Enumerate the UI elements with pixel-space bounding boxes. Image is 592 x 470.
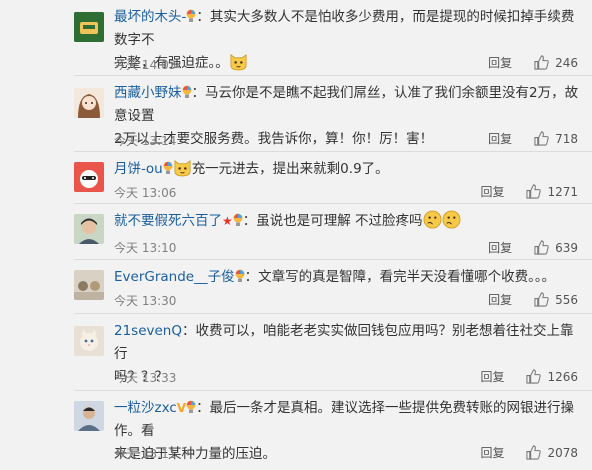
comment-list: 最坏的木头- ：其实大多数人不是怕收多少费用，而是提现的时候扣掉手续费数字不 完整… <box>0 0 592 470</box>
like-count: 556 <box>555 292 578 307</box>
username-link[interactable]: 最坏的木头- <box>114 9 186 25</box>
thumbs-up-icon <box>534 292 549 307</box>
comment-actions: 回复 639 <box>488 239 578 256</box>
divider <box>74 151 592 152</box>
like-count: 1271 <box>547 184 578 199</box>
timestamp: 今天 14:03 <box>114 58 177 72</box>
comment-body: ：收费可以，咱能老老实实做回钱包应用吗？别老想着往社交上靠行 <box>114 323 574 362</box>
like-button[interactable]: 718 <box>534 131 578 146</box>
divider <box>74 313 592 314</box>
like-button[interactable]: 556 <box>534 292 578 307</box>
divider <box>74 203 592 204</box>
thumbs-up-icon <box>526 369 542 384</box>
comment-actions: 回复 718 <box>488 130 578 147</box>
like-count: 2078 <box>547 445 578 460</box>
reply-button[interactable]: 回复 <box>488 291 512 308</box>
divider <box>74 390 592 391</box>
avatar[interactable] <box>74 214 104 244</box>
bulb-badge-icon <box>186 8 196 22</box>
username-link[interactable]: 月饼-ou <box>114 161 163 177</box>
thumbs-up-icon <box>534 131 549 146</box>
like-button[interactable]: 246 <box>534 55 578 70</box>
reply-button[interactable]: 回复 <box>480 368 504 385</box>
comment-body: 充一元进去，提出来就剩0.9了。 <box>191 161 389 177</box>
timestamp: 今天 13:30 <box>114 294 177 308</box>
star-badge-icon: ★ <box>222 214 233 228</box>
comment-body: ：文章写的真是智障，看完半天没看懂哪个收费。。。 <box>244 269 556 285</box>
avatar[interactable] <box>74 88 104 118</box>
avatar[interactable] <box>74 270 104 300</box>
divider <box>74 259 592 260</box>
thumbs-up-icon <box>526 184 542 199</box>
timestamp: 今天 13:06 <box>114 186 177 200</box>
username-link[interactable]: EverGrande__子俊 <box>114 269 235 285</box>
comment-actions: 回复 1266 <box>480 368 578 385</box>
like-button[interactable]: 639 <box>534 240 578 255</box>
comment-text: EverGrande__子俊 ：文章写的真是智障，看完半天没看懂哪个收费。。。 <box>114 266 579 289</box>
like-count: 639 <box>555 240 578 255</box>
username-link[interactable]: 就不要假死六百了 <box>114 213 222 229</box>
bulb-badge-icon <box>163 160 173 174</box>
like-button[interactable]: 2078 <box>526 445 578 460</box>
username-link[interactable]: 西藏小野妹 <box>114 85 182 101</box>
username-link[interactable]: 一粒沙zxc <box>114 400 177 416</box>
avatar[interactable] <box>74 12 104 42</box>
comment-text: 月饼-ou 充一元进去，提出来就剩0.9了。 <box>114 158 579 181</box>
comment-body: ：虽说也是可理解 不过脸疼吗 <box>242 213 423 229</box>
timestamp: 今天 13:33 <box>114 371 177 385</box>
thumbs-up-icon <box>534 55 549 70</box>
comment-actions: 回复 556 <box>488 291 578 308</box>
reply-button[interactable]: 回复 <box>488 239 512 256</box>
timestamp: 今天 13:11 <box>114 447 177 461</box>
thumbs-up-icon <box>534 240 549 255</box>
thinking-emoji-icon <box>423 210 442 229</box>
reply-button[interactable]: 回复 <box>480 444 504 461</box>
comment-actions: 回复 1271 <box>480 183 578 200</box>
like-count: 246 <box>555 55 578 70</box>
timestamp: 今天 13:14 <box>114 134 177 148</box>
comment-text: 就不要假死六百了★ ：虽说也是可理解 不过脸疼吗 <box>114 210 579 233</box>
bulb-badge-icon <box>235 268 245 282</box>
v-badge-icon: V <box>176 401 187 415</box>
username-link[interactable]: 21sevenQ <box>114 323 182 339</box>
comment-actions: 回复 2078 <box>480 444 578 461</box>
divider <box>74 75 592 76</box>
bulb-badge-icon <box>233 212 243 226</box>
avatar[interactable] <box>74 326 104 356</box>
like-button[interactable]: 1266 <box>526 369 578 384</box>
cat-emoji-icon <box>173 158 192 177</box>
bulb-badge-icon <box>182 84 192 98</box>
avatar[interactable] <box>74 401 104 431</box>
reply-button[interactable]: 回复 <box>480 183 504 200</box>
like-count: 718 <box>555 131 578 146</box>
comment-actions: 回复 246 <box>488 54 578 71</box>
like-count: 1266 <box>547 369 578 384</box>
cat-emoji-icon <box>229 52 248 71</box>
timestamp: 今天 13:10 <box>114 241 177 255</box>
thinking-emoji-icon <box>442 210 461 229</box>
reply-button[interactable]: 回复 <box>488 130 512 147</box>
thumbs-up-icon <box>526 445 542 460</box>
reply-button[interactable]: 回复 <box>488 54 512 71</box>
avatar[interactable] <box>74 162 104 192</box>
like-button[interactable]: 1271 <box>526 184 578 199</box>
bulb-badge-icon <box>186 399 196 413</box>
